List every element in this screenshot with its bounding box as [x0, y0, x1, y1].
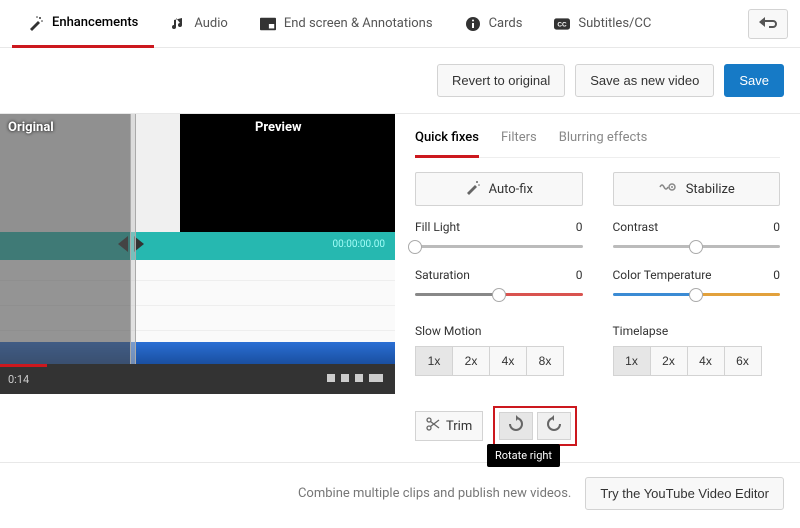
subtab-filters[interactable]: Filters — [501, 124, 537, 157]
stabilize-button[interactable]: Stabilize — [613, 172, 781, 206]
slow-8x[interactable]: 8x — [526, 346, 564, 376]
scrub-bar[interactable]: 0:14 — [0, 364, 395, 394]
svg-text:CC: CC — [558, 21, 568, 28]
saturation-value: 0 — [576, 268, 583, 282]
tl-6x[interactable]: 6x — [724, 346, 762, 376]
auto-fix-button[interactable]: Auto-fix — [415, 172, 583, 206]
tab-endscreen[interactable]: End screen & Annotations — [244, 0, 449, 48]
rotate-right-tooltip: Rotate right — [487, 444, 560, 467]
scrub-right-controls — [327, 372, 387, 387]
revert-button[interactable]: Revert to original — [437, 64, 565, 97]
actions-row: Revert to original Save as new video Sav… — [0, 48, 800, 114]
cc-icon: CC — [554, 16, 570, 32]
preview-label: Preview — [255, 120, 302, 135]
wand-icon — [28, 15, 44, 31]
rotate-left-icon — [545, 415, 563, 437]
tl-1x[interactable]: 1x — [613, 346, 651, 376]
tab-enhancements[interactable]: Enhancements — [12, 0, 154, 48]
try-editor-button[interactable]: Try the YouTube Video Editor — [585, 477, 784, 510]
bottom-text: Combine multiple clips and publish new v… — [298, 486, 571, 501]
rotate-left-button[interactable] — [537, 412, 571, 440]
tab-subtitles-label: Subtitles/CC — [578, 16, 651, 31]
trim-label: Trim — [446, 419, 472, 434]
color-temp-value: 0 — [773, 268, 780, 282]
timelapse-label: Timelapse — [613, 324, 781, 338]
controls-panel: Quick fixes Filters Blurring effects Aut… — [395, 114, 800, 462]
fill-light-value: 0 — [576, 220, 583, 234]
rotate-highlight-box — [493, 406, 577, 446]
rotate-right-button[interactable] — [499, 412, 533, 440]
subtab-blurring[interactable]: Blurring effects — [559, 124, 648, 157]
player-controls-icon[interactable] — [327, 372, 387, 384]
slow-motion-segment: 1x 2x 4x 8x — [415, 346, 583, 376]
tab-subtitles[interactable]: CC Subtitles/CC — [538, 0, 667, 48]
fill-light-slider[interactable] — [415, 240, 583, 254]
scissors-icon — [426, 417, 440, 435]
original-overlay — [0, 114, 130, 394]
sub-tabs: Quick fixes Filters Blurring effects — [415, 124, 780, 158]
slow-4x[interactable]: 4x — [489, 346, 527, 376]
info-icon — [465, 16, 481, 32]
endscreen-icon — [260, 16, 276, 32]
contrast-slider[interactable] — [613, 240, 781, 254]
tab-cards-label: Cards — [489, 16, 523, 31]
slow-motion-label: Slow Motion — [415, 324, 583, 338]
tab-endscreen-label: End screen & Annotations — [284, 16, 433, 31]
color-temp-label: Color Temperature — [613, 268, 712, 282]
undo-button[interactable] — [748, 9, 788, 39]
color-temp-slider[interactable] — [613, 288, 781, 302]
contrast-label: Contrast — [613, 220, 659, 234]
progress-fill — [0, 364, 47, 367]
timeline-timecode: 00:00:00.00 — [333, 239, 385, 250]
slow-2x[interactable]: 2x — [452, 346, 490, 376]
tab-cards[interactable]: Cards — [449, 0, 539, 48]
tab-enhancements-label: Enhancements — [52, 15, 138, 30]
stabilize-icon — [658, 180, 678, 198]
auto-fix-label: Auto-fix — [489, 182, 533, 197]
main-area: 00:00:00.00 Original Preview 0:14 Qu — [0, 114, 800, 462]
save-as-new-button[interactable]: Save as new video — [575, 64, 714, 97]
bottom-bar: Combine multiple clips and publish new v… — [0, 462, 800, 524]
trim-button[interactable]: Trim — [415, 411, 483, 441]
rotate-right-icon — [507, 415, 525, 437]
preview-column: 00:00:00.00 Original Preview 0:14 — [0, 114, 395, 462]
saturation-slider[interactable] — [415, 288, 583, 302]
timelapse-segment: 1x 2x 4x 6x — [613, 346, 781, 376]
subtab-quick-fixes[interactable]: Quick fixes — [415, 124, 479, 158]
tl-4x[interactable]: 4x — [687, 346, 725, 376]
fill-light-label: Fill Light — [415, 220, 460, 234]
tab-audio[interactable]: Audio — [154, 0, 243, 48]
tl-2x[interactable]: 2x — [650, 346, 688, 376]
saturation-label: Saturation — [415, 268, 470, 282]
stabilize-label: Stabilize — [686, 182, 735, 197]
slow-1x[interactable]: 1x — [415, 346, 453, 376]
original-label: Original — [8, 120, 54, 135]
contrast-value: 0 — [773, 220, 780, 234]
tab-audio-label: Audio — [194, 16, 227, 31]
undo-arrow-icon — [759, 16, 777, 32]
music-note-icon — [170, 16, 186, 32]
wand-icon — [465, 179, 481, 199]
top-tabs: Enhancements Audio End screen & Annotati… — [0, 0, 800, 48]
split-divider[interactable] — [130, 114, 136, 364]
current-time: 0:14 — [8, 373, 29, 386]
video-preview[interactable]: 00:00:00.00 Original Preview 0:14 — [0, 114, 395, 394]
save-button[interactable]: Save — [724, 64, 784, 97]
